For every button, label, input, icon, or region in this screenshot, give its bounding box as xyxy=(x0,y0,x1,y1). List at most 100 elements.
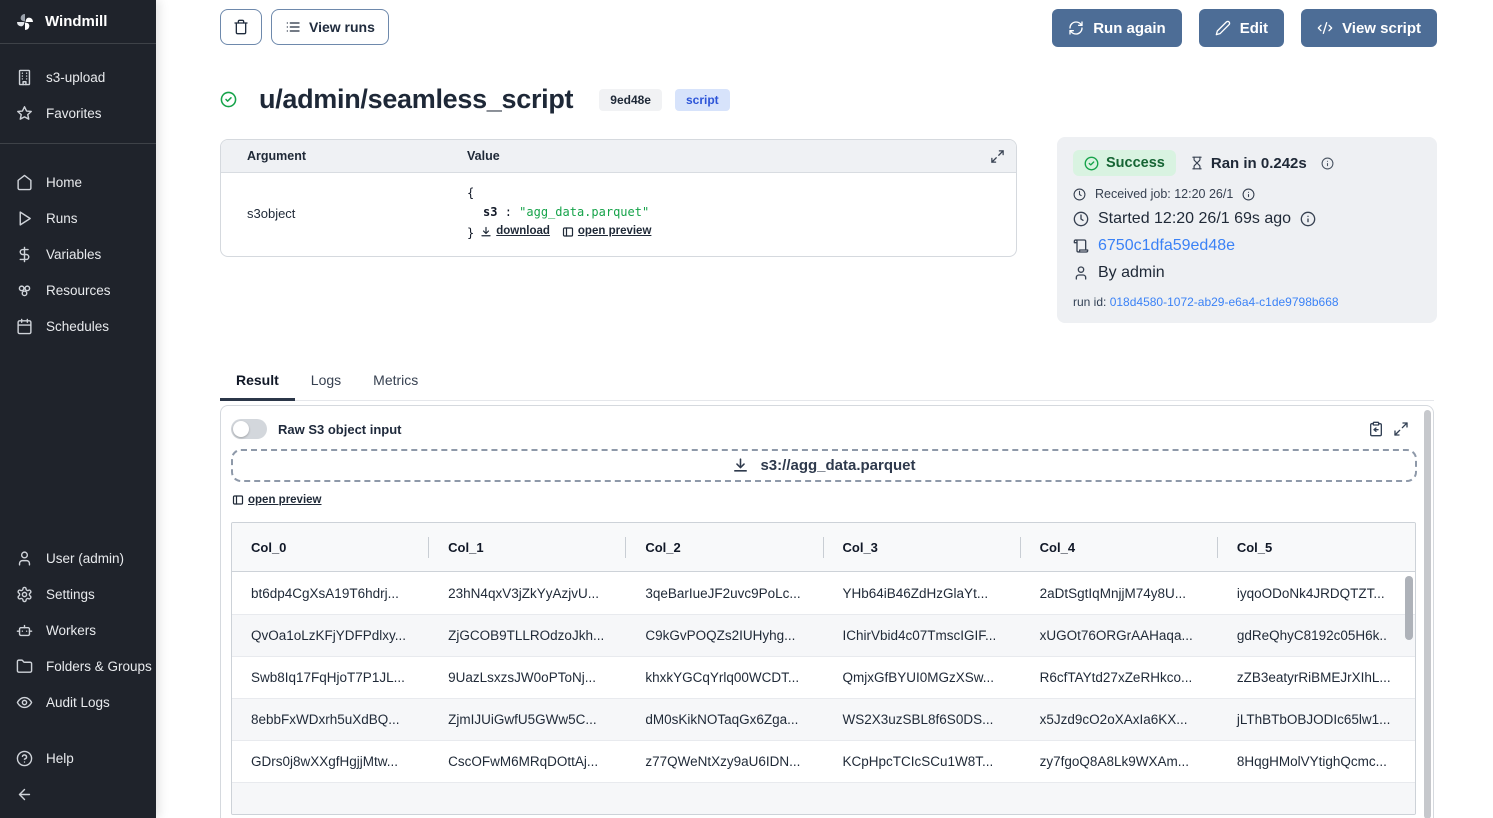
table-cell: 8HqgHMolVYtighQcmc... xyxy=(1218,754,1415,769)
download-link[interactable]: download xyxy=(480,222,550,240)
sidebar-item-label: Workers xyxy=(46,623,96,638)
result-panel-scrollbar[interactable] xyxy=(1424,410,1431,818)
column-header[interactable]: Col_0 xyxy=(232,523,429,571)
resources-icon xyxy=(16,282,33,299)
table-cell: zZB3eatyrRiBMEJrXIhL... xyxy=(1218,670,1415,685)
column-header[interactable]: Col_5 xyxy=(1218,523,1415,571)
run-id-link[interactable]: 018d4580-1072-ab29-e6a4-c1de9798b668 xyxy=(1110,295,1339,309)
table-cell: bt6dp4CgXsA19T6hdrj... xyxy=(232,586,429,601)
info-icon[interactable] xyxy=(1242,188,1255,201)
scroll-icon xyxy=(1073,238,1089,254)
table-cell: 2aDtSgtIqMnjjM74y8U... xyxy=(1021,586,1218,601)
by-admin-text: By admin xyxy=(1098,264,1165,282)
brand[interactable]: Windmill xyxy=(0,0,156,44)
view-script-button[interactable]: View script xyxy=(1301,9,1437,47)
table-cell: 8ebbFxWDxrh5uXdBQ... xyxy=(232,712,429,727)
json-open-brace: { xyxy=(467,184,651,203)
sidebar-item-label: Settings xyxy=(46,587,95,602)
expand-icon[interactable] xyxy=(990,149,1005,164)
sidebar-item-s3-upload[interactable]: s3-upload xyxy=(0,59,156,95)
tab-metrics[interactable]: Metrics xyxy=(357,364,434,400)
sidebar-item-folders-groups[interactable]: Folders & Groups xyxy=(0,648,156,684)
delete-button[interactable] xyxy=(220,9,262,45)
raw-s3-toggle[interactable] xyxy=(231,419,267,439)
open-preview-icon xyxy=(562,226,574,238)
sidebar-item-workers[interactable]: Workers xyxy=(0,612,156,648)
sidebar-item-user[interactable]: User (admin) xyxy=(0,540,156,576)
table-cell: WS2X3uzSBL8f6S0DS... xyxy=(824,712,1021,727)
info-icon[interactable] xyxy=(1300,211,1316,227)
sidebar-item-label: Schedules xyxy=(46,319,109,334)
trash-icon xyxy=(233,19,249,35)
sidebar-item-label: Favorites xyxy=(46,106,102,121)
table-scrollbar[interactable] xyxy=(1405,576,1413,640)
table-cell: QmjxGfBYUI0MGzXSw... xyxy=(824,670,1021,685)
table-cell: dM0sKikNOTaqGx6Zga... xyxy=(626,712,823,727)
column-header[interactable]: Col_1 xyxy=(429,523,626,571)
user-icon xyxy=(1073,265,1089,281)
duration-text: Ran in 0.242s xyxy=(1190,155,1307,172)
arguments-row: s3object { s3 : "agg_data.parquet" }down… xyxy=(221,173,1016,256)
table-row: 8ebbFxWDxrh5uXdBQ... ZjmIJUiGwfU5GWw5C..… xyxy=(232,698,1415,740)
open-preview-link[interactable]: open preview xyxy=(232,494,322,506)
column-header[interactable]: Col_3 xyxy=(824,523,1021,571)
table-cell: iyqoODoNk4JRDQTZT... xyxy=(1218,586,1415,601)
sidebar-item-label: Help xyxy=(46,751,74,766)
table-cell: x5Jzd9cO2oXAxIa6KX... xyxy=(1021,712,1218,727)
sidebar-item-schedules[interactable]: Schedules xyxy=(0,308,156,344)
table-cell: CscOFwM6MRqDOttAj... xyxy=(429,754,626,769)
sidebar-item-label: Runs xyxy=(46,211,78,226)
column-header[interactable]: Col_4 xyxy=(1021,523,1218,571)
json-string-value: "agg_data.parquet" xyxy=(519,205,649,219)
sidebar-item-runs[interactable]: Runs xyxy=(0,200,156,236)
sidebar-item-audit-logs[interactable]: Audit Logs xyxy=(0,684,156,720)
sidebar-item-settings[interactable]: Settings xyxy=(0,576,156,612)
json-key: s3 xyxy=(483,205,497,219)
received-job-text: Received job: 12:20 26/1 xyxy=(1095,187,1233,201)
json-colon: : xyxy=(505,205,512,219)
page-title: u/admin/seamless_script xyxy=(259,84,573,115)
sidebar: Windmill s3-upload Favorites xyxy=(0,0,156,818)
run-again-button[interactable]: Run again xyxy=(1052,9,1182,47)
user-icon xyxy=(16,550,33,567)
tab-logs[interactable]: Logs xyxy=(295,364,357,400)
script-hash-badge: 9ed48e xyxy=(599,89,662,111)
view-script-label: View script xyxy=(1342,20,1421,37)
copy-clipboard-icon[interactable] xyxy=(1368,421,1384,437)
table-cell: 9UazLsxzsJW0oPToNj... xyxy=(429,670,626,685)
download-icon xyxy=(480,226,492,238)
s3-download-dropzone[interactable]: s3://agg_data.parquet xyxy=(231,449,1417,482)
status-badge: Success xyxy=(1073,150,1176,176)
table-cell: jLThBTbOBJODIc65lw1... xyxy=(1218,712,1415,727)
sidebar-item-variables[interactable]: Variables xyxy=(0,236,156,272)
table-cell: ZjGCOB9TLLROdzoJkh... xyxy=(429,628,626,643)
table-row: GDrs0j8wXXgfHgjjMtw... CscOFwM6MRqDOttAj… xyxy=(232,740,1415,782)
brand-name: Windmill xyxy=(45,13,107,30)
sidebar-collapse-button[interactable] xyxy=(0,776,156,812)
sidebar-item-label: Home xyxy=(46,175,82,190)
job-id-link[interactable]: 6750c1dfa59ed48e xyxy=(1098,237,1235,255)
result-panel: Raw S3 object input s3://agg_data.parque… xyxy=(220,405,1434,818)
sidebar-item-resources[interactable]: Resources xyxy=(0,272,156,308)
edit-label: Edit xyxy=(1240,20,1268,37)
column-header[interactable]: Col_2 xyxy=(626,523,823,571)
table-cell: R6cfTAYtd27xZeRHkco... xyxy=(1021,670,1218,685)
windmill-logo-icon xyxy=(15,12,35,32)
edit-button[interactable]: Edit xyxy=(1199,9,1284,47)
star-icon xyxy=(16,105,33,122)
sidebar-item-home[interactable]: Home xyxy=(0,164,156,200)
tab-result[interactable]: Result xyxy=(220,364,295,401)
clock-icon xyxy=(1073,188,1086,201)
info-icon[interactable] xyxy=(1321,157,1334,170)
table-cell: QvOa1oLzKFjYDFPdlxy... xyxy=(232,628,429,643)
windmill-run-page: Windmill s3-upload Favorites xyxy=(0,0,1493,818)
table-cell: GDrs0j8wXXgfHgjjMtw... xyxy=(232,754,429,769)
sidebar-item-help[interactable]: Help xyxy=(0,740,156,776)
view-runs-button[interactable]: View runs xyxy=(271,9,389,45)
open-preview-link[interactable]: open preview xyxy=(562,222,652,240)
expand-icon[interactable] xyxy=(1393,421,1409,437)
table-cell: Swb8Iq17FqHjoT7P1JL... xyxy=(232,670,429,685)
table-cell: C9kGvPOQZs2IUHyhg... xyxy=(626,628,823,643)
check-circle-icon xyxy=(220,91,237,108)
sidebar-item-favorites[interactable]: Favorites xyxy=(0,95,156,131)
